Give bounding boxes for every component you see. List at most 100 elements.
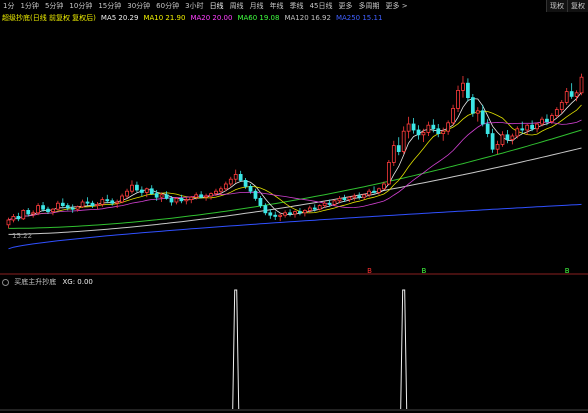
candle-body xyxy=(75,206,80,210)
candle-body xyxy=(362,194,367,198)
candle-body xyxy=(307,207,312,211)
candle-body xyxy=(461,82,465,91)
candle-body xyxy=(382,183,386,190)
candle-body xyxy=(579,76,584,94)
candle-body xyxy=(530,124,535,130)
candle-body xyxy=(391,145,396,163)
candle-body xyxy=(495,143,500,150)
candle-body xyxy=(426,124,431,133)
candle-body xyxy=(105,199,110,202)
indicator-value: XG: 0.00 xyxy=(62,278,93,286)
candle-body xyxy=(41,205,45,210)
candle-body xyxy=(480,110,485,125)
signal-marker: B xyxy=(421,267,426,275)
candle-body xyxy=(456,90,460,109)
candle-body xyxy=(46,208,50,212)
ma-line xyxy=(8,91,582,221)
candle-body xyxy=(21,209,26,220)
candle-body xyxy=(144,188,149,193)
candle-body xyxy=(559,102,564,111)
candle-body xyxy=(342,197,347,200)
candle-body xyxy=(451,108,455,124)
indicator-spike xyxy=(232,289,240,410)
candle-body xyxy=(554,109,559,116)
signal-marker: B xyxy=(565,267,570,275)
candle-body xyxy=(406,123,411,132)
candle-body xyxy=(90,202,95,206)
candle-body xyxy=(110,200,115,204)
candle-body xyxy=(199,194,204,198)
candle-body xyxy=(490,133,495,150)
candle-body xyxy=(6,219,11,226)
kline-chart[interactable]: 15.22 B B B xyxy=(0,0,588,413)
candle-body xyxy=(396,145,401,153)
candle-body xyxy=(258,197,263,206)
indicator-spike xyxy=(400,289,408,410)
candle-body xyxy=(421,131,426,136)
candle-body xyxy=(436,128,441,135)
candle-body xyxy=(95,203,100,206)
candle-body xyxy=(564,91,569,103)
candle-body xyxy=(214,190,218,194)
candle-body xyxy=(317,205,322,210)
candle-body xyxy=(204,195,208,198)
candle-body xyxy=(545,118,549,122)
candle-body xyxy=(470,97,475,114)
candle-body xyxy=(120,195,124,203)
candle-body xyxy=(70,207,75,210)
candle-body xyxy=(505,134,510,141)
candle-body xyxy=(386,161,391,185)
candle-body xyxy=(169,197,174,203)
candle-body xyxy=(485,123,490,135)
candle-body xyxy=(16,215,21,220)
candle-body xyxy=(11,215,16,221)
candle-body xyxy=(446,122,451,132)
candle-body xyxy=(36,205,40,214)
candle-body xyxy=(411,123,416,131)
candle-body xyxy=(130,184,134,192)
candle-body xyxy=(31,212,36,215)
candle-body xyxy=(263,205,268,214)
candle-body xyxy=(268,212,273,216)
candle-body xyxy=(520,128,525,131)
candle-body xyxy=(154,193,159,198)
candle-body xyxy=(372,190,376,193)
candle-body xyxy=(574,92,579,97)
candle-body xyxy=(293,211,297,215)
candle-body xyxy=(441,130,446,134)
candle-body xyxy=(80,201,85,208)
indicator-toggle-icon[interactable] xyxy=(2,278,9,286)
candle-body xyxy=(233,173,238,180)
candle-body xyxy=(51,208,55,212)
candle-body xyxy=(357,195,362,198)
candle-body xyxy=(515,128,520,137)
candle-body xyxy=(273,214,278,217)
candle-body xyxy=(466,82,470,98)
signal-marker: B xyxy=(367,267,372,275)
candle-body xyxy=(223,183,228,190)
candle-body xyxy=(184,199,189,202)
candle-body xyxy=(298,211,302,214)
candle-body xyxy=(569,91,574,97)
candle-body xyxy=(60,202,65,206)
candle-body xyxy=(367,190,371,196)
candle-body xyxy=(322,202,327,206)
price-scale-label: 15.22 xyxy=(12,232,32,240)
candle-body xyxy=(115,201,120,204)
candle-body xyxy=(540,118,544,125)
candle-body xyxy=(510,135,515,140)
candle-body xyxy=(179,197,184,202)
candle-body xyxy=(312,207,317,210)
candle-body xyxy=(238,173,243,181)
candle-body xyxy=(416,129,421,136)
candle-body xyxy=(535,123,539,130)
indicator-header: 买底主升抄底 XG: 0.00 xyxy=(2,277,93,287)
candle-body xyxy=(278,214,283,217)
candle-body xyxy=(228,178,233,185)
candle-body xyxy=(139,189,144,193)
indicator-name: 买底主升抄底 xyxy=(14,278,57,286)
candle-body xyxy=(125,190,129,197)
candle-body xyxy=(401,130,406,152)
candle-body xyxy=(475,110,480,114)
candle-body xyxy=(164,194,169,199)
